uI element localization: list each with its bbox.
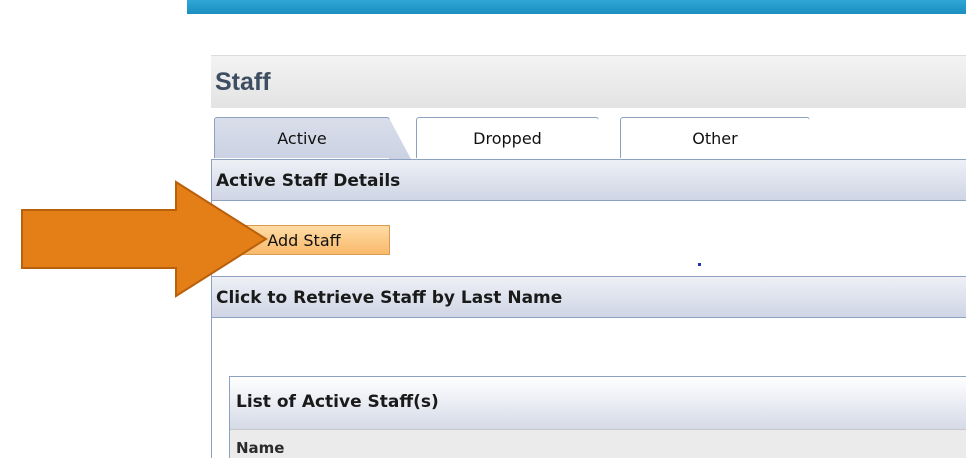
active-staff-list-heading: List of Active Staff(s) bbox=[236, 392, 439, 412]
top-banner-bar bbox=[187, 0, 966, 14]
tab-dropped[interactable]: Dropped bbox=[416, 117, 599, 158]
page-title: Staff bbox=[215, 68, 271, 96]
tab-other[interactable]: Other bbox=[620, 117, 810, 158]
tab-bar: Active Dropped Other bbox=[211, 117, 966, 159]
column-header-name[interactable]: Name bbox=[236, 439, 284, 457]
active-staff-details-header: Active Staff Details bbox=[212, 159, 966, 201]
page-header: Staff bbox=[211, 55, 966, 108]
active-staff-list: List of Active Staff(s) Name bbox=[229, 376, 966, 458]
active-staff-list-header: List of Active Staff(s) bbox=[230, 377, 966, 429]
tab-dropped-label: Dropped bbox=[473, 129, 542, 148]
arrow-shape bbox=[21, 180, 268, 298]
arrow-right-icon bbox=[21, 180, 268, 298]
tab-other-label: Other bbox=[692, 129, 738, 148]
tab-active-label: Active bbox=[277, 129, 327, 148]
retrieve-staff-header[interactable]: Click to Retrieve Staff by Last Name bbox=[212, 276, 966, 318]
stray-dot bbox=[698, 263, 701, 266]
tab-active[interactable]: Active bbox=[214, 117, 390, 158]
column-header-row: Name bbox=[230, 429, 966, 458]
screenshot-stage: Staff Active Dropped Other Active Staff … bbox=[0, 0, 966, 458]
